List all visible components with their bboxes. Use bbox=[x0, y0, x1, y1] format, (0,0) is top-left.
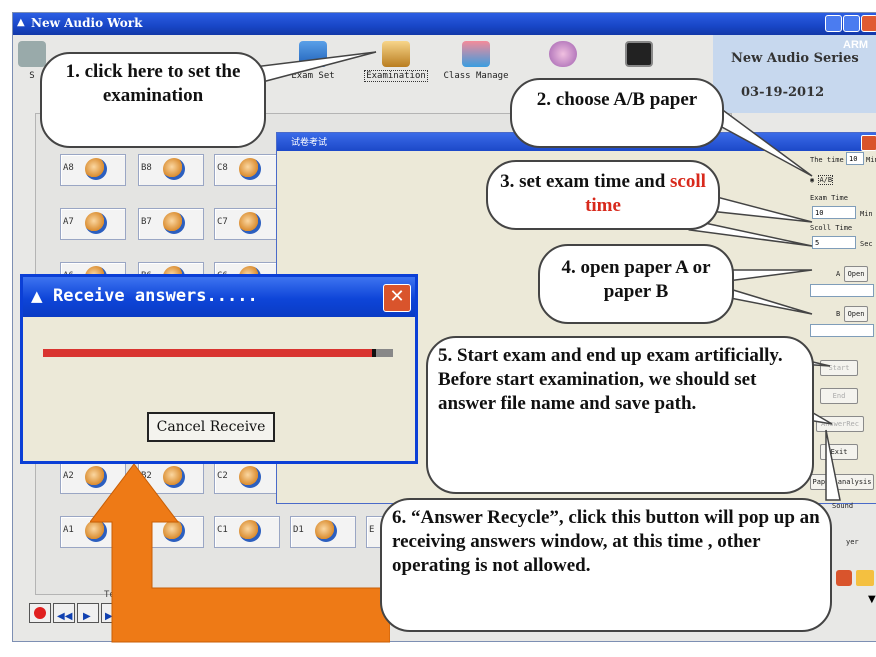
callout-step-4: 4. open paper A or paper B bbox=[538, 244, 734, 324]
callout-step-6: 6. “Answer Recycle”, click this button w… bbox=[380, 498, 832, 632]
callout-step-3: 3. set exam time and scoll time bbox=[486, 160, 720, 230]
callout-step-3-text: 3. set exam time and bbox=[500, 171, 671, 192]
callout-step-5: 5. Start exam and end up exam artificial… bbox=[426, 336, 814, 494]
callout-step-2: 2. choose A/B paper bbox=[510, 78, 724, 148]
callout-step-1: 1. click here to set the examination bbox=[40, 52, 266, 148]
